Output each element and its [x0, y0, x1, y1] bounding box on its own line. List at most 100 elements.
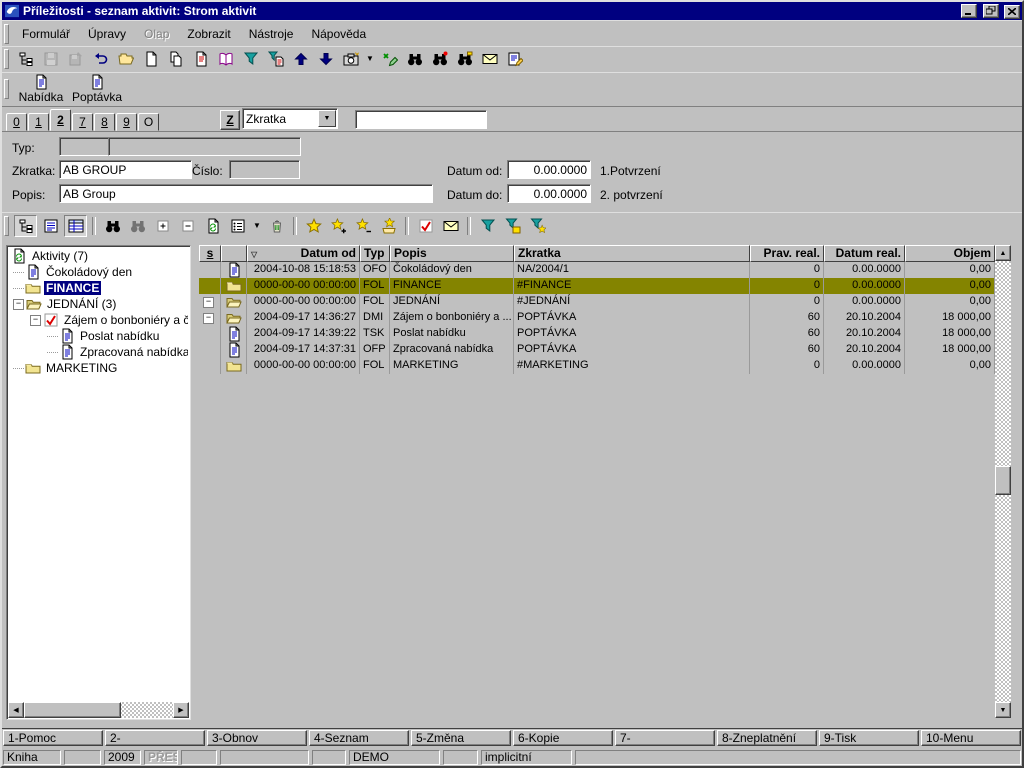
- scroll-up-button[interactable]: ▲: [995, 245, 1011, 261]
- new-document-button[interactable]: [139, 48, 162, 70]
- filter-button[interactable]: [239, 48, 262, 70]
- column-header-typ[interactable]: Typ: [360, 245, 390, 262]
- book-button[interactable]: [214, 48, 237, 70]
- tree-view-button[interactable]: [14, 215, 37, 237]
- toolbar-grip[interactable]: [4, 24, 9, 44]
- nabídka-button[interactable]: Nabídka: [13, 74, 69, 104]
- grid-vertical-scrollbar[interactable]: ▲ ▼: [995, 245, 1011, 718]
- refresh-item-button[interactable]: [201, 215, 224, 237]
- table-row[interactable]: −0000-00-00 00:00:00FOLJEDNÁNÍ#JEDNÁNÍ00…: [199, 294, 995, 310]
- scroll-thumb[interactable]: [24, 702, 121, 718]
- form-edit-button[interactable]: [503, 48, 526, 70]
- zkratka-field[interactable]: [59, 160, 192, 179]
- scroll-down-button[interactable]: ▼: [995, 702, 1011, 718]
- fkey-6-kopie[interactable]: 6-Kopie: [513, 730, 613, 746]
- typ-name-field[interactable]: [108, 137, 301, 156]
- find-button[interactable]: [403, 48, 426, 70]
- tree-item-jednání-(3)[interactable]: −JEDNÁNÍ (3): [9, 296, 188, 312]
- fkey-7[interactable]: 7-: [615, 730, 715, 746]
- star-remove-button[interactable]: [352, 215, 375, 237]
- mail-send-button[interactable]: [439, 215, 462, 237]
- tab-8[interactable]: 8: [94, 113, 115, 131]
- toolbar-grip[interactable]: [4, 216, 9, 236]
- tree-horizontal-scrollbar[interactable]: ◀ ▶: [8, 702, 189, 718]
- search-field-combo[interactable]: Zkratka ▼: [242, 108, 338, 129]
- fkey-8-zneplatnění[interactable]: 8-Zneplatnění: [717, 730, 817, 746]
- column-header-objem[interactable]: Objem: [905, 245, 995, 262]
- fkey-9-tisk[interactable]: 9-Tisk: [819, 730, 919, 746]
- table-row[interactable]: 2004-09-17 14:39:22TSKPoslat nabídkuPOPT…: [199, 326, 995, 342]
- z-button[interactable]: Z: [220, 110, 240, 130]
- filter-star-button[interactable]: [526, 215, 549, 237]
- tab-7[interactable]: 7: [72, 113, 93, 131]
- paste-button[interactable]: [189, 48, 212, 70]
- scroll-track[interactable]: [995, 261, 1011, 702]
- popis-field[interactable]: [59, 184, 433, 203]
- fkey-10-menu[interactable]: 10-Menu: [921, 730, 1021, 746]
- star-button[interactable]: [302, 215, 325, 237]
- row-collapse-icon[interactable]: −: [203, 313, 214, 324]
- fkey-1-pomoc[interactable]: 1-Pomoc: [3, 730, 103, 746]
- search-input[interactable]: [355, 110, 487, 129]
- column-header-datum-od[interactable]: ▽Datum od: [247, 245, 360, 262]
- tree-item-zájem-o-bonboniéry-a-čo[interactable]: −Zájem o bonboniéry a čo: [9, 312, 188, 328]
- restore-button[interactable]: [983, 4, 999, 18]
- tree-item-marketing[interactable]: MARKETING: [9, 360, 188, 376]
- open-folder-button[interactable]: [114, 48, 137, 70]
- tree-item-finance[interactable]: FINANCE: [9, 280, 188, 296]
- column-header-prav-real[interactable]: Prav. real.: [750, 245, 824, 262]
- save-as-button[interactable]: [64, 48, 87, 70]
- dropdown-arrow-button[interactable]: ▼: [251, 215, 263, 237]
- find-button[interactable]: [101, 215, 124, 237]
- tree-view-button[interactable]: [14, 48, 37, 70]
- tree-item-čokoládový-den[interactable]: Čokoládový den: [9, 264, 188, 280]
- move-up-button[interactable]: [289, 48, 312, 70]
- column-header-popis[interactable]: Popis: [390, 245, 514, 262]
- table-row[interactable]: 0000-00-00 00:00:00FOLMARKETING#MARKETIN…: [199, 358, 995, 374]
- column-header-s[interactable]: s: [199, 245, 221, 262]
- menu-nástroje[interactable]: Nástroje: [240, 25, 303, 43]
- menu-formulář[interactable]: Formulář: [13, 25, 79, 43]
- column-header-icon[interactable]: [221, 245, 247, 262]
- collapse-minus-button[interactable]: [176, 215, 199, 237]
- task-confirm-button[interactable]: [414, 215, 437, 237]
- tree-item-poslat-nabídku[interactable]: Poslat nabídku: [9, 328, 188, 344]
- menu-zobrazit[interactable]: Zobrazit: [178, 25, 239, 43]
- find-next-button[interactable]: [428, 48, 451, 70]
- menu-nápověda[interactable]: Nápověda: [302, 25, 375, 43]
- tree-collapse-icon[interactable]: −: [30, 315, 41, 326]
- save-button[interactable]: [39, 48, 62, 70]
- tree-item-aktivity-(7)[interactable]: Aktivity (7): [9, 248, 188, 264]
- filter-document-button[interactable]: [264, 48, 287, 70]
- scroll-thumb[interactable]: [995, 466, 1011, 495]
- table-view-button[interactable]: [64, 215, 87, 237]
- datum-od-field[interactable]: [507, 160, 591, 179]
- mail-button[interactable]: [478, 48, 501, 70]
- filter-box-button[interactable]: [501, 215, 524, 237]
- column-header-zkratka[interactable]: Zkratka: [514, 245, 750, 262]
- row-collapse-icon[interactable]: −: [203, 297, 214, 308]
- toolbar-grip[interactable]: [4, 79, 9, 99]
- find-whole-word-button[interactable]: [453, 48, 476, 70]
- scroll-track[interactable]: [24, 702, 173, 718]
- fkey-4-seznam[interactable]: 4-Seznam: [309, 730, 409, 746]
- cislo-field[interactable]: [229, 160, 300, 179]
- combo-dropdown-icon[interactable]: ▼: [318, 110, 336, 127]
- tree-item-zpracovaná-nabídka[interactable]: Zpracovaná nabídka: [9, 344, 188, 360]
- list-view-button[interactable]: [39, 215, 62, 237]
- table-row[interactable]: 2004-09-17 14:37:31OFPZpracovaná nabídka…: [199, 342, 995, 358]
- row-expander-cell[interactable]: −: [199, 294, 221, 310]
- tab-0[interactable]: 0: [6, 113, 27, 131]
- tab-2[interactable]: 2: [50, 109, 71, 131]
- datum-do-field[interactable]: [507, 184, 591, 203]
- table-row[interactable]: −2004-09-17 14:36:27DMIZájem o bonboniér…: [199, 310, 995, 326]
- dropdown-arrow-button[interactable]: ▼: [364, 48, 376, 70]
- filter-button[interactable]: [476, 215, 499, 237]
- tab-1[interactable]: 1: [28, 113, 49, 131]
- close-button[interactable]: [1004, 5, 1020, 19]
- scroll-left-button[interactable]: ◀: [8, 702, 24, 718]
- table-row[interactable]: 2004-10-08 15:18:53OFOČokoládový denNA/2…: [199, 262, 995, 278]
- find-button[interactable]: [126, 215, 149, 237]
- toolbar-grip[interactable]: [4, 49, 9, 69]
- star-add-button[interactable]: [327, 215, 350, 237]
